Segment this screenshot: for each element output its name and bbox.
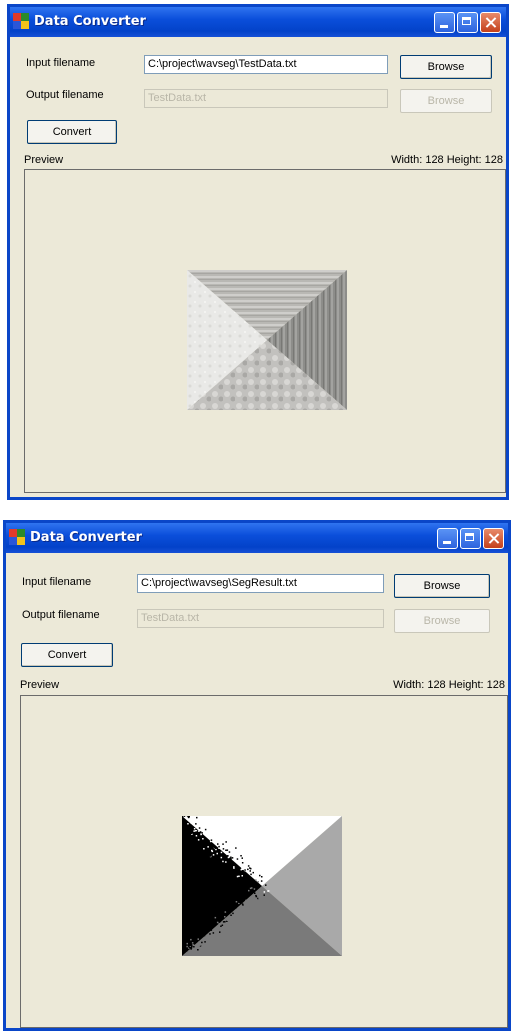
browse-input-button[interactable]: Browse (400, 55, 492, 79)
input-filename-label: Input filename (22, 576, 92, 588)
output-filename-field[interactable]: TestData.txt (144, 89, 388, 108)
window-title: Data Converter (30, 530, 142, 545)
maximize-icon[interactable] (457, 12, 478, 33)
maximize-icon[interactable] (460, 528, 481, 549)
app-icon (9, 529, 25, 545)
title-bar[interactable]: Data Converter (6, 523, 508, 553)
browse-output-button[interactable]: Browse (400, 89, 492, 113)
convert-button[interactable]: Convert (21, 643, 113, 667)
minimize-icon[interactable] (434, 12, 455, 33)
data-converter-window-1: Data Converter Input filename C:\project… (7, 4, 509, 500)
input-filename-field[interactable]: C:\project\wavseg\TestData.txt (144, 55, 388, 74)
output-filename-label: Output filename (22, 609, 100, 621)
minimize-icon[interactable] (437, 528, 458, 549)
image-dimensions: Width: 128 Height: 128 (391, 154, 503, 166)
preview-image (182, 816, 342, 956)
input-filename-field[interactable]: C:\project\wavseg\SegResult.txt (137, 574, 384, 593)
preview-panel (20, 695, 508, 1028)
preview-panel (24, 169, 506, 493)
app-icon (13, 13, 29, 29)
window-title: Data Converter (34, 14, 146, 29)
convert-button[interactable]: Convert (27, 120, 117, 144)
data-converter-window-2: Data Converter Input filename C:\project… (3, 520, 511, 1031)
preview-label: Preview (20, 679, 60, 691)
output-filename-field[interactable]: TestData.txt (137, 609, 384, 628)
close-icon[interactable] (480, 12, 501, 33)
preview-label: Preview (24, 154, 64, 166)
close-icon[interactable] (483, 528, 504, 549)
browse-output-button[interactable]: Browse (394, 609, 490, 633)
title-bar[interactable]: Data Converter (10, 7, 506, 37)
output-filename-label: Output filename (26, 89, 104, 101)
browse-input-button[interactable]: Browse (394, 574, 490, 598)
image-dimensions: Width: 128 Height: 128 (393, 679, 505, 691)
input-filename-label: Input filename (26, 57, 96, 69)
preview-image (187, 270, 347, 410)
